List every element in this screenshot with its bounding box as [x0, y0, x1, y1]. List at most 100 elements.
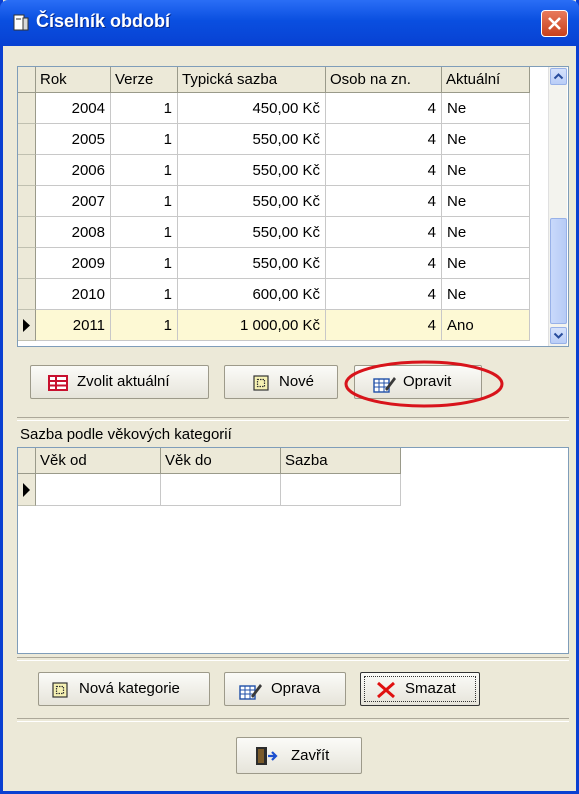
table-cell[interactable]: 1 — [111, 186, 178, 217]
new-period-label: Nové — [279, 373, 315, 390]
header-corner — [18, 448, 36, 474]
table-cell[interactable]: 2010 — [36, 279, 111, 310]
table-cell[interactable]: 1 — [111, 124, 178, 155]
age-categories-label: Sazba podle věkových kategorií — [20, 426, 232, 443]
table-cell[interactable]: 4 — [326, 310, 442, 341]
scroll-down-button[interactable] — [550, 327, 567, 344]
new-record-icon — [52, 682, 68, 698]
window-title: Číselník období — [36, 11, 171, 31]
table-cell[interactable]: 1 — [111, 310, 178, 341]
table-cell[interactable]: 2007 — [36, 186, 111, 217]
table-cell[interactable]: 4 — [326, 248, 442, 279]
table-cell[interactable]: 2008 — [36, 217, 111, 248]
column-header[interactable]: Verze — [111, 67, 178, 93]
edit-icon — [239, 684, 262, 700]
row-indicator[interactable] — [18, 310, 36, 341]
table-cell[interactable]: 550,00 Kč — [178, 248, 326, 279]
table-cell[interactable]: Ne — [442, 155, 530, 186]
chevron-down-icon — [553, 332, 564, 339]
table-cell[interactable]: Ano — [442, 310, 530, 341]
row-indicator[interactable] — [18, 93, 36, 124]
periods-table[interactable]: Rok Verze Typická sazba Osob na zn. Aktuální… — [17, 66, 569, 347]
header-corner — [18, 67, 36, 93]
new-period-button[interactable]: Nové — [224, 365, 338, 399]
row-indicator[interactable] — [18, 474, 36, 506]
vertical-scrollbar[interactable] — [548, 67, 567, 346]
table-cell[interactable]: 550,00 Kč — [178, 186, 326, 217]
table-cell[interactable]: 4 — [326, 93, 442, 124]
table-cell[interactable]: 2009 — [36, 248, 111, 279]
set-current-label: Zvolit aktuální — [77, 373, 170, 390]
table-cell[interactable]: 600,00 Kč — [178, 279, 326, 310]
table-cell[interactable]: Ne — [442, 93, 530, 124]
edit-category-button[interactable]: Oprava — [224, 672, 346, 706]
delete-category-button[interactable]: Smazat — [360, 672, 480, 706]
table-cell[interactable]: 1 — [111, 248, 178, 279]
age-categories-table[interactable]: Věk od Věk do Sazba — [17, 447, 569, 654]
table-cell[interactable]: 1 000,00 Kč — [178, 310, 326, 341]
table-cell[interactable]: Ne — [442, 217, 530, 248]
title-bar[interactable]: Číselník období — [0, 0, 579, 46]
exit-door-icon — [256, 747, 278, 765]
table-cell[interactable]: Ne — [442, 124, 530, 155]
table-cell[interactable]: 550,00 Kč — [178, 155, 326, 186]
period-dialog: Číselník období Rok Verze Typická sazba Oso… — [0, 0, 579, 794]
section-divider — [17, 657, 569, 661]
current-row-arrow-icon — [23, 319, 30, 332]
section-divider — [17, 417, 569, 421]
table-cell[interactable]: 1 — [111, 93, 178, 124]
column-header[interactable]: Věk od — [36, 448, 161, 474]
close-icon[interactable] — [541, 10, 568, 37]
table-cell[interactable]: 4 — [326, 217, 442, 248]
scroll-thumb[interactable] — [550, 218, 567, 324]
edit-category-label: Oprava — [271, 680, 321, 697]
table-cell[interactable]: 2004 — [36, 93, 111, 124]
table-cell[interactable]: Ne — [442, 279, 530, 310]
scroll-up-button[interactable] — [550, 68, 567, 85]
column-header[interactable]: Věk do — [161, 448, 281, 474]
set-current-button[interactable]: Zvolit aktuální — [30, 365, 209, 399]
delete-icon — [377, 681, 395, 699]
new-record-icon — [253, 375, 269, 391]
chevron-up-icon — [553, 73, 564, 80]
table-icon — [48, 375, 68, 391]
table-cell[interactable]: Ne — [442, 248, 530, 279]
table-cell[interactable]: 2005 — [36, 124, 111, 155]
table-cell[interactable]: 550,00 Kč — [178, 124, 326, 155]
column-header[interactable]: Osob na zn. — [326, 67, 442, 93]
table-cell[interactable]: 4 — [326, 124, 442, 155]
table-cell[interactable]: 4 — [326, 279, 442, 310]
new-category-button[interactable]: Nová kategorie — [38, 672, 210, 706]
section-divider — [17, 718, 569, 722]
table-cell[interactable] — [281, 474, 401, 506]
column-header[interactable]: Sazba — [281, 448, 401, 474]
column-header[interactable]: Rok — [36, 67, 111, 93]
table-cell[interactable]: 450,00 Kč — [178, 93, 326, 124]
row-indicator[interactable] — [18, 217, 36, 248]
row-indicator[interactable] — [18, 186, 36, 217]
current-row-arrow-icon — [23, 483, 30, 497]
row-indicator[interactable] — [18, 155, 36, 186]
close-dialog-label: Zavřít — [291, 747, 330, 764]
close-dialog-button[interactable]: Zavřít — [236, 737, 362, 774]
table-cell[interactable]: 1 — [111, 217, 178, 248]
table-cell[interactable]: Ne — [442, 186, 530, 217]
table-cell[interactable]: 550,00 Kč — [178, 217, 326, 248]
table-cell[interactable] — [36, 474, 161, 506]
table-cell[interactable]: 4 — [326, 186, 442, 217]
highlight-circle — [344, 360, 504, 408]
table-cell[interactable]: 2011 — [36, 310, 111, 341]
column-header[interactable]: Aktuální — [442, 67, 530, 93]
table-cell[interactable]: 1 — [111, 279, 178, 310]
table-cell[interactable]: 1 — [111, 155, 178, 186]
row-indicator[interactable] — [18, 279, 36, 310]
table-cell[interactable] — [161, 474, 281, 506]
table-cell[interactable]: 4 — [326, 155, 442, 186]
delete-category-label: Smazat — [405, 680, 456, 697]
column-header[interactable]: Typická sazba — [178, 67, 326, 93]
row-indicator[interactable] — [18, 124, 36, 155]
row-indicator[interactable] — [18, 248, 36, 279]
new-category-label: Nová kategorie — [79, 680, 180, 697]
app-icon — [13, 14, 29, 31]
table-cell[interactable]: 2006 — [36, 155, 111, 186]
